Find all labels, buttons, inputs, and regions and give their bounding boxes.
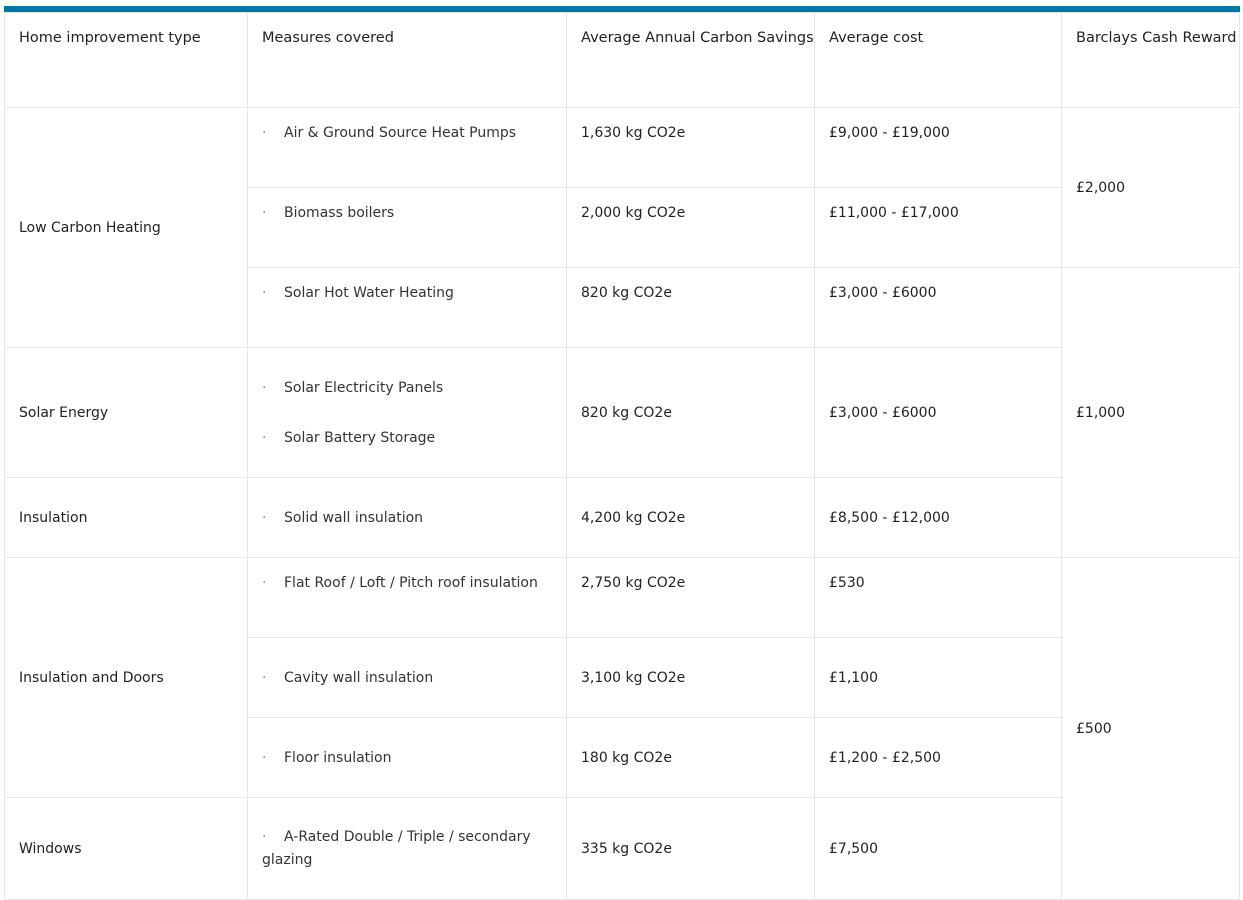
group-low-carbon-heating: Low Carbon Heating (4, 107, 248, 348)
measure-cell: · Cavity wall insulation (247, 637, 567, 718)
bullet-icon: · (262, 575, 267, 591)
home-improvement-table: Home improvement type Measures covered A… (4, 12, 1240, 900)
group-insulation-and-doors: Insulation and Doors (4, 557, 248, 798)
group-windows: Windows (4, 797, 248, 900)
measure-cell: · Floor insulation (247, 717, 567, 798)
measure-cell: · Solid wall insulation (247, 477, 567, 558)
measure-cell: · Air & Ground Source Heat Pumps (247, 107, 567, 188)
bullet-icon: · (262, 429, 267, 446)
bullet-icon: · (262, 285, 267, 301)
table-row: Low Carbon Heating · Air & Ground Source … (4, 107, 1240, 348)
table-row: Windows · A-Rated Double / Triple / secon… (4, 797, 1240, 900)
bullet-icon: · (262, 749, 267, 766)
table-header-row: Home improvement type Measures covered A… (4, 12, 1240, 108)
cost-cell: £8,500 - £12,000 (814, 477, 1062, 558)
cost-cell: £3,000 - £6000 (814, 267, 1062, 348)
reward-cell: £2,000 (1061, 107, 1240, 268)
header-home-improvement-type: Home improvement type (4, 12, 248, 108)
bullet-icon: · (262, 509, 267, 526)
savings-cell: 180 kg CO2e (566, 717, 815, 798)
cost-cell: £530 (814, 557, 1062, 638)
header-measures-covered: Measures covered (247, 12, 567, 108)
reward-cell: £1,000 (1061, 267, 1240, 558)
cost-cell: £3,000 - £6000 (814, 347, 1062, 478)
bullet-icon: · (262, 669, 267, 686)
measure-cell: · Biomass boilers (247, 187, 567, 268)
cost-cell: £1,100 (814, 637, 1062, 718)
savings-cell: 3,100 kg CO2e (566, 637, 815, 718)
savings-cell: 2,000 kg CO2e (566, 187, 815, 268)
savings-cell: 2,750 kg CO2e (566, 557, 815, 638)
measure-cell: · Solar Electricity Panels · Solar Battery… (247, 347, 567, 478)
bullet-icon: · (262, 828, 267, 845)
measure-cell: · Flat Roof / Loft / Pitch roof insulatio… (247, 557, 567, 638)
savings-cell: 1,630 kg CO2e (566, 107, 815, 188)
table-row: Insulation and Doors · Flat Roof / Loft /… (4, 557, 1240, 900)
bullet-icon: · (262, 379, 267, 396)
bullet-icon: · (262, 125, 267, 141)
header-cash-reward: Barclays Cash Reward (1061, 12, 1240, 108)
cost-cell: £11,000 - £17,000 (814, 187, 1062, 268)
measure-cell: · Solar Hot Water Heating (247, 267, 567, 348)
header-average-cost: Average cost (814, 12, 1062, 108)
cost-cell: £1,200 - £2,500 (814, 717, 1062, 798)
group-insulation: Insulation (4, 477, 248, 558)
measure-cell: · A-Rated Double / Triple / secondary gla… (247, 797, 567, 900)
table-row: Insulation · Solid wall insulation 4,200 … (4, 477, 1240, 558)
header-carbon-savings: Average Annual Carbon Savings (566, 12, 815, 108)
reward-cell: £500 (1061, 557, 1240, 900)
savings-cell: 820 kg CO2e (566, 347, 815, 478)
savings-cell: 820 kg CO2e (566, 267, 815, 348)
cost-cell: £7,500 (814, 797, 1062, 900)
savings-cell: 335 kg CO2e (566, 797, 815, 900)
group-solar-energy: Solar Energy (4, 347, 248, 478)
savings-cell: 4,200 kg CO2e (566, 477, 815, 558)
cost-cell: £9,000 - £19,000 (814, 107, 1062, 188)
bullet-icon: · (262, 205, 267, 221)
table-row: Solar Energy · Solar Electricity Panels ·… (4, 347, 1240, 478)
